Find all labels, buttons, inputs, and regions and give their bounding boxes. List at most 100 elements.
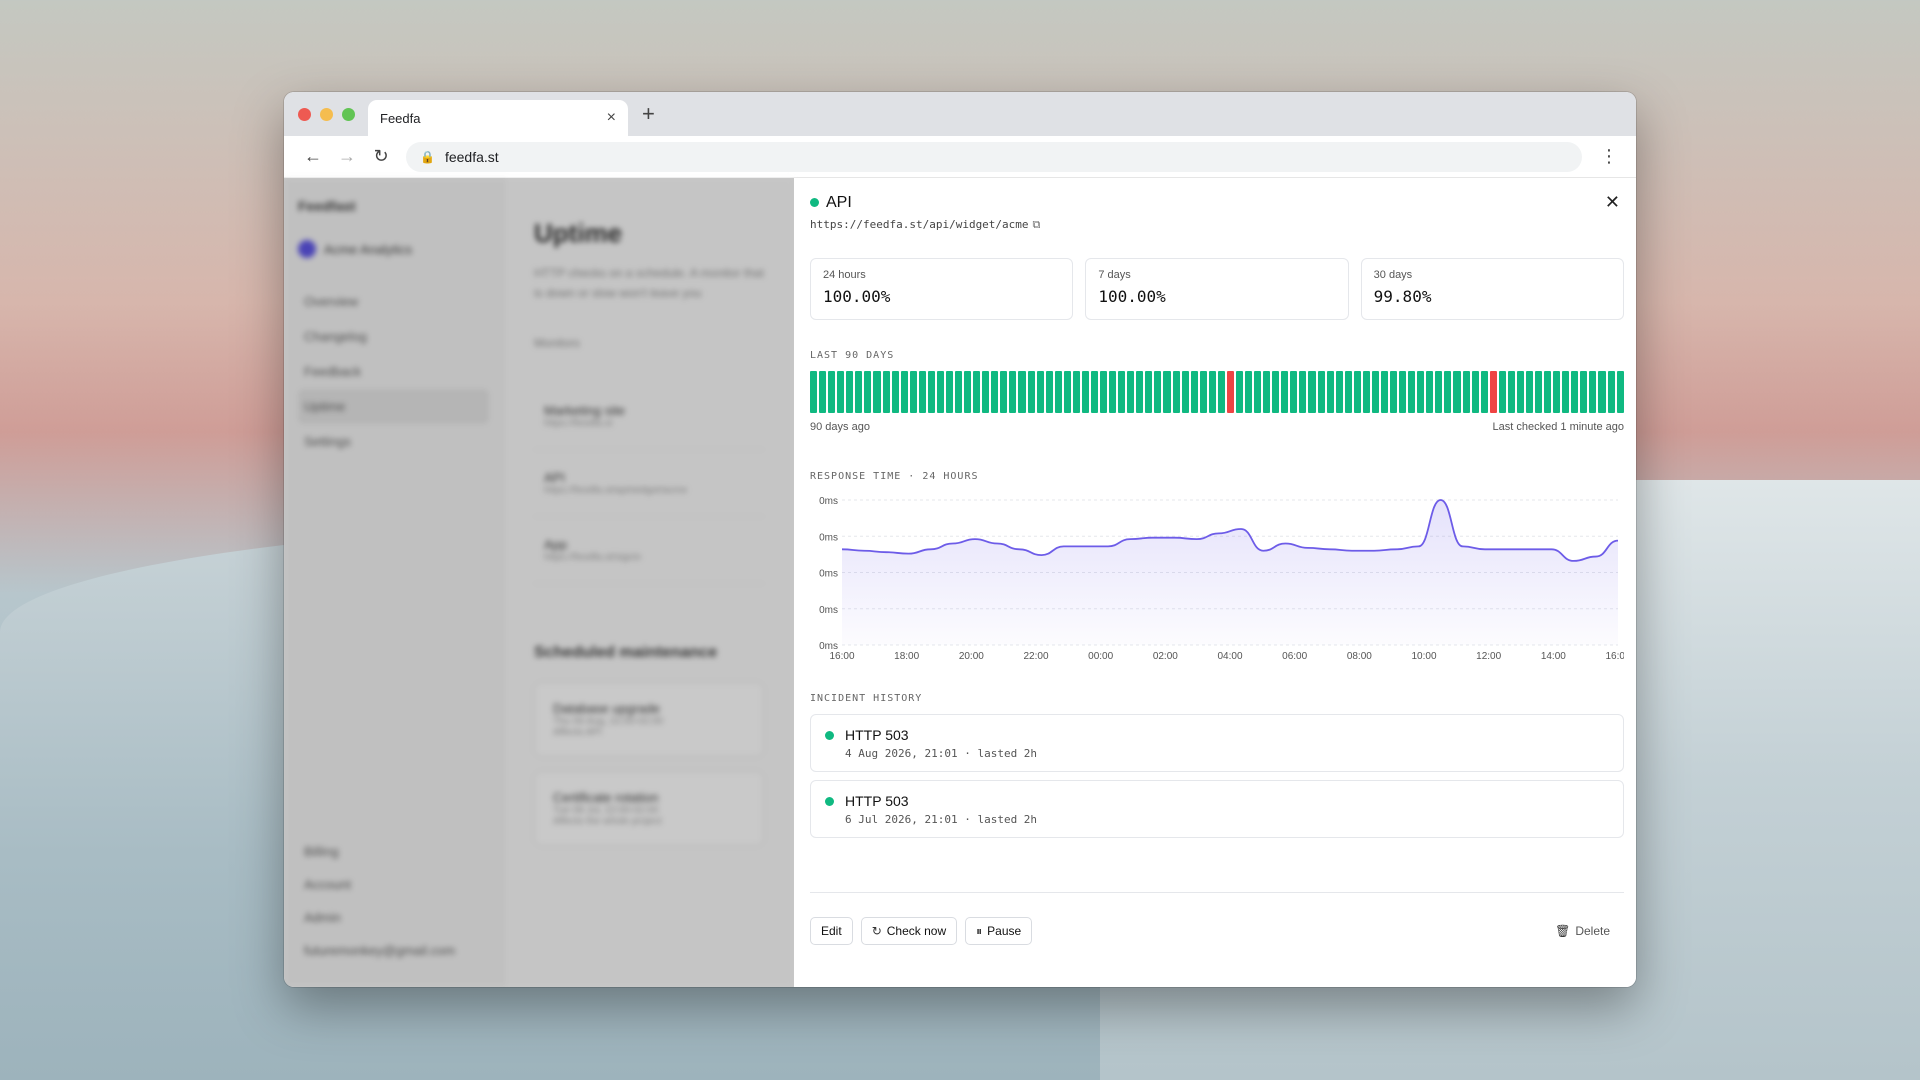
uptime-day-bar[interactable]: [1072, 371, 1080, 414]
uptime-day-bar[interactable]: [1507, 371, 1515, 414]
uptime-day-bar[interactable]: [909, 371, 917, 414]
url-input[interactable]: 🔒 feedfa.st: [406, 141, 1582, 172]
uptime-day-bar[interactable]: [1326, 371, 1334, 414]
uptime-day-bar[interactable]: [1562, 371, 1570, 414]
uptime-day-bar[interactable]: [1000, 371, 1008, 414]
uptime-day-bar[interactable]: [1118, 371, 1126, 414]
uptime-day-bar[interactable]: [1344, 371, 1352, 414]
minimize-window-button[interactable]: [320, 108, 333, 121]
uptime-day-bar[interactable]: [1390, 371, 1398, 414]
uptime-day-bar[interactable]: [1045, 371, 1053, 414]
uptime-day-bar[interactable]: [1598, 371, 1606, 414]
uptime-day-bar[interactable]: [1444, 371, 1452, 414]
forward-icon[interactable]: →: [330, 146, 364, 167]
uptime-day-bar[interactable]: [1018, 371, 1026, 414]
uptime-day-bar[interactable]: [1081, 371, 1089, 414]
uptime-day-bar[interactable]: [1516, 371, 1524, 414]
uptime-day-bar[interactable]: [1217, 371, 1225, 414]
uptime-day-bar[interactable]: [900, 371, 908, 414]
uptime-day-bar[interactable]: [1254, 371, 1262, 414]
uptime-day-bar[interactable]: [1571, 371, 1579, 414]
uptime-day-bar[interactable]: [1090, 371, 1098, 414]
uptime-day-bar[interactable]: [1235, 371, 1243, 414]
tab-close-icon[interactable]: ×: [607, 109, 616, 127]
uptime-day-bar[interactable]: [855, 371, 863, 414]
uptime-day-bar[interactable]: [1317, 371, 1325, 414]
uptime-day-bar[interactable]: [918, 371, 926, 414]
browser-tab[interactable]: Feedfa ×: [368, 100, 628, 136]
uptime-day-bar[interactable]: [1498, 371, 1506, 414]
new-tab-icon[interactable]: +: [642, 101, 655, 127]
browser-menu-icon[interactable]: ⋮: [1594, 146, 1624, 167]
uptime-day-bar[interactable]: [1281, 371, 1289, 414]
uptime-day-bar[interactable]: [927, 371, 935, 414]
incident-item[interactable]: HTTP 503 4 Aug 2026, 21:01 · lasted 2h: [810, 714, 1624, 773]
uptime-day-bar[interactable]: [964, 371, 972, 414]
uptime-day-bar[interactable]: [945, 371, 953, 414]
modal-backdrop[interactable]: [284, 178, 794, 987]
check-now-button[interactable]: ↻ Check now: [860, 917, 958, 945]
uptime-day-bar[interactable]: [1607, 371, 1615, 414]
close-icon[interactable]: ✕: [1605, 192, 1620, 213]
reload-icon[interactable]: ↻: [364, 146, 398, 167]
uptime-day-bar-down[interactable]: [1489, 371, 1497, 414]
uptime-day-bar[interactable]: [1335, 371, 1343, 414]
uptime-day-bar[interactable]: [1272, 371, 1280, 414]
uptime-day-bar[interactable]: [973, 371, 981, 414]
uptime-day-bar[interactable]: [1453, 371, 1461, 414]
uptime-day-bar[interactable]: [1063, 371, 1071, 414]
back-icon[interactable]: ←: [296, 146, 330, 167]
uptime-day-bar[interactable]: [1462, 371, 1470, 414]
uptime-day-bar[interactable]: [1471, 371, 1479, 414]
uptime-day-bar[interactable]: [1544, 371, 1552, 414]
uptime-day-bar[interactable]: [864, 371, 872, 414]
uptime-day-bar[interactable]: [1208, 371, 1216, 414]
uptime-day-bar[interactable]: [846, 371, 854, 414]
uptime-day-bar[interactable]: [810, 371, 818, 414]
edit-button[interactable]: Edit: [810, 917, 853, 945]
uptime-day-bar[interactable]: [1299, 371, 1307, 414]
uptime-day-bar[interactable]: [1027, 371, 1035, 414]
uptime-day-bar[interactable]: [1408, 371, 1416, 414]
close-window-button[interactable]: [298, 108, 311, 121]
incident-item[interactable]: HTTP 503 6 Jul 2026, 21:01 · lasted 2h: [810, 780, 1624, 839]
uptime-day-bar[interactable]: [982, 371, 990, 414]
uptime-day-bar[interactable]: [1154, 371, 1162, 414]
uptime-day-bar[interactable]: [1036, 371, 1044, 414]
uptime-day-bar[interactable]: [1245, 371, 1253, 414]
uptime-day-bar[interactable]: [819, 371, 827, 414]
uptime-day-bar[interactable]: [1480, 371, 1488, 414]
uptime-day-bar[interactable]: [1580, 371, 1588, 414]
uptime-day-bar[interactable]: [1190, 371, 1198, 414]
uptime-day-bar[interactable]: [1009, 371, 1017, 414]
uptime-day-bar[interactable]: [1199, 371, 1207, 414]
uptime-day-bar[interactable]: [1100, 371, 1108, 414]
uptime-day-bar[interactable]: [1525, 371, 1533, 414]
uptime-day-bar[interactable]: [1290, 371, 1298, 414]
uptime-day-bar[interactable]: [1163, 371, 1171, 414]
uptime-day-bar[interactable]: [1616, 371, 1624, 414]
uptime-day-bar[interactable]: [1417, 371, 1425, 414]
uptime-day-bar[interactable]: [1371, 371, 1379, 414]
uptime-day-bar[interactable]: [1127, 371, 1135, 414]
external-link-icon[interactable]: ⧉: [1033, 218, 1041, 231]
uptime-day-bar[interactable]: [1380, 371, 1388, 414]
pause-button[interactable]: ⏸ Pause: [965, 917, 1033, 945]
uptime-day-bar[interactable]: [955, 371, 963, 414]
uptime-day-bar[interactable]: [936, 371, 944, 414]
uptime-day-bar[interactable]: [1589, 371, 1597, 414]
uptime-day-bar[interactable]: [873, 371, 881, 414]
uptime-day-bar[interactable]: [1181, 371, 1189, 414]
uptime-day-bar[interactable]: [828, 371, 836, 414]
uptime-day-bar[interactable]: [1054, 371, 1062, 414]
uptime-day-bar[interactable]: [1553, 371, 1561, 414]
uptime-day-bar[interactable]: [882, 371, 890, 414]
uptime-day-bar[interactable]: [891, 371, 899, 414]
uptime-day-bar[interactable]: [1109, 371, 1117, 414]
uptime-day-bar[interactable]: [1353, 371, 1361, 414]
maximize-window-button[interactable]: [342, 108, 355, 121]
uptime-day-bar[interactable]: [837, 371, 845, 414]
delete-button[interactable]: 🗑 Delete: [1555, 924, 1624, 938]
uptime-day-bar[interactable]: [1263, 371, 1271, 414]
uptime-day-bar[interactable]: [1435, 371, 1443, 414]
